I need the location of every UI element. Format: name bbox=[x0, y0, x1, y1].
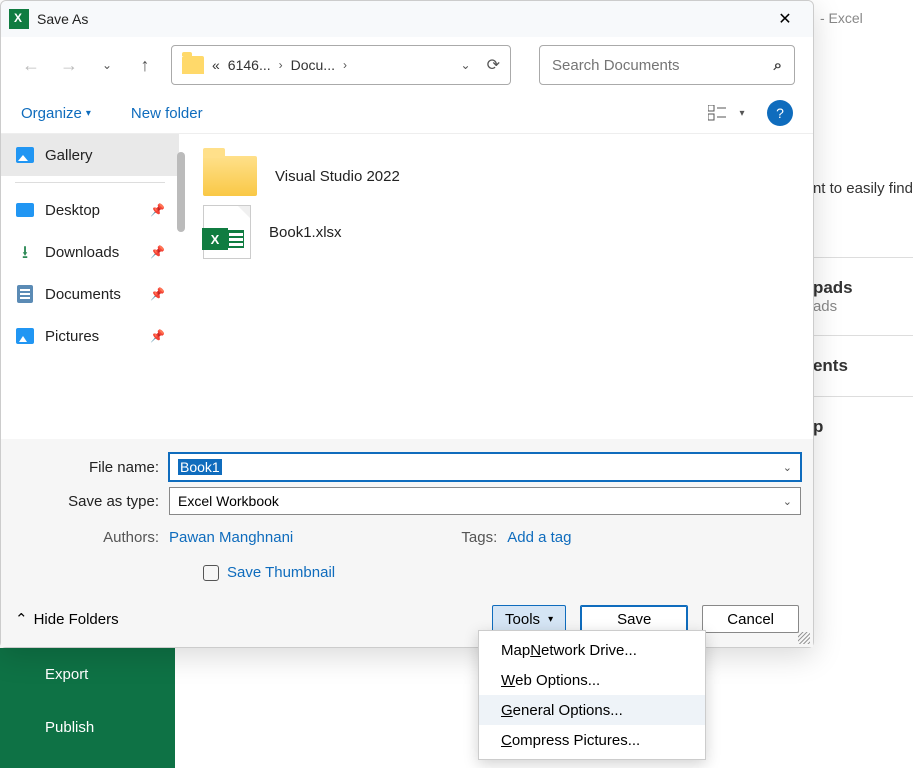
chevron-up-icon: ⌃ bbox=[15, 610, 28, 628]
hide-folders-button[interactable]: ⌃ Hide Folders bbox=[15, 610, 119, 628]
save-as-dialog: Save As ✕ ← → ⌄ ↑ « 6146... › Docu... › … bbox=[0, 0, 814, 648]
menu-item-compress-pictures[interactable]: Compress Pictures... bbox=[479, 725, 705, 755]
file-label: Book1.xlsx bbox=[269, 224, 342, 241]
document-icon bbox=[17, 285, 33, 303]
pin-icon[interactable]: 📌 bbox=[150, 287, 165, 301]
save-type-value: Excel Workbook bbox=[178, 493, 279, 509]
view-options-button[interactable] bbox=[699, 99, 735, 127]
chevron-down-icon: ▾ bbox=[86, 108, 91, 119]
crumb-2[interactable]: Docu... bbox=[291, 57, 335, 73]
hide-folders-label: Hide Folders bbox=[34, 611, 119, 628]
sidebar-label-pictures: Pictures bbox=[45, 328, 99, 345]
folder-icon bbox=[203, 156, 257, 196]
sidebar-item-pictures[interactable]: Pictures 📌 bbox=[1, 315, 179, 357]
save-type-label: Save as type: bbox=[13, 493, 169, 510]
background-app-title: - Excel bbox=[820, 10, 863, 26]
tools-label: Tools bbox=[505, 611, 540, 628]
gallery-icon bbox=[16, 147, 34, 163]
crumb-prefix: « bbox=[212, 57, 220, 73]
view-dropdown-icon[interactable]: ▾ bbox=[735, 99, 749, 127]
list-item-folder[interactable]: Visual Studio 2022 bbox=[189, 148, 803, 204]
back-button[interactable]: ← bbox=[19, 53, 43, 77]
bottom-panel: File name: Book1 ⌄ Save as type: Excel W… bbox=[1, 439, 813, 595]
organize-button[interactable]: Organize ▾ bbox=[21, 105, 91, 122]
new-folder-button[interactable]: New folder bbox=[131, 105, 203, 122]
download-icon: ⭳ bbox=[22, 243, 28, 261]
refresh-button[interactable]: ⟳ bbox=[487, 55, 500, 75]
close-button[interactable]: ✕ bbox=[765, 4, 805, 34]
search-icon[interactable]: ⌕ bbox=[774, 57, 782, 74]
background-hint: nt to easily find bbox=[803, 180, 913, 197]
crumb-1[interactable]: 6146... bbox=[228, 57, 271, 73]
chevron-down-icon[interactable]: ⌄ bbox=[783, 461, 792, 474]
pin-icon[interactable]: 📌 bbox=[150, 245, 165, 259]
save-thumbnail-checkbox[interactable] bbox=[203, 565, 219, 581]
nav-bar: ← → ⌄ ↑ « 6146... › Docu... › ⌄ ⟳ ⌕ bbox=[1, 37, 813, 93]
tags-label: Tags: bbox=[453, 529, 507, 546]
sidebar: Gallery Desktop 📌 ⭳ Downloads 📌 Document… bbox=[1, 134, 179, 439]
titlebar: Save As ✕ bbox=[1, 1, 813, 37]
file-label: Visual Studio 2022 bbox=[275, 168, 400, 185]
sidebar-separator bbox=[15, 182, 165, 183]
pictures-icon bbox=[16, 328, 34, 344]
folder-icon bbox=[182, 56, 204, 74]
authors-label: Authors: bbox=[13, 529, 169, 546]
xlsx-file-icon: X bbox=[203, 205, 251, 259]
save-button[interactable]: Save bbox=[580, 605, 688, 633]
save-type-field[interactable]: Excel Workbook ⌄ bbox=[169, 487, 801, 515]
sidebar-item-documents[interactable]: Documents 📌 bbox=[1, 273, 179, 315]
sidebar-label-gallery: Gallery bbox=[45, 147, 93, 164]
sidebar-item-gallery[interactable]: Gallery bbox=[1, 134, 179, 176]
sidebar-scrollbar[interactable] bbox=[177, 152, 185, 232]
search-input[interactable] bbox=[552, 57, 774, 74]
menu-item-general-options[interactable]: General Options... bbox=[479, 695, 705, 725]
tools-menu: Map Network Drive... Web Options... Gene… bbox=[478, 630, 706, 760]
sidebar-label-downloads: Downloads bbox=[45, 244, 119, 261]
file-name-value: Book1 bbox=[178, 459, 222, 475]
menu-item-map-network-drive[interactable]: Map Network Drive... bbox=[479, 635, 705, 665]
search-box[interactable]: ⌕ bbox=[539, 45, 795, 85]
crumb-sep-2: › bbox=[343, 58, 347, 72]
background-right-panel: nt to easily find pads ads ents p bbox=[803, 180, 913, 457]
sidebar-label-documents: Documents bbox=[45, 286, 121, 303]
help-button[interactable]: ? bbox=[767, 100, 793, 126]
sidebar-label-desktop: Desktop bbox=[45, 202, 100, 219]
sidebar-item-downloads[interactable]: ⭳ Downloads 📌 bbox=[1, 231, 179, 273]
toolbar: Organize ▾ New folder ▾ ? bbox=[1, 93, 813, 133]
organize-label: Organize bbox=[21, 105, 82, 122]
excel-app-icon bbox=[9, 9, 29, 29]
file-name-label: File name: bbox=[13, 459, 169, 476]
crumb-sep-1: › bbox=[279, 58, 283, 72]
tags-value[interactable]: Add a tag bbox=[507, 529, 571, 546]
desktop-icon bbox=[16, 203, 34, 217]
dialog-title: Save As bbox=[37, 11, 765, 27]
up-button[interactable]: ↑ bbox=[133, 53, 157, 77]
authors-value[interactable]: Pawan Manghnani bbox=[169, 529, 293, 546]
bg-item-3: p bbox=[813, 417, 913, 437]
file-name-field[interactable]: Book1 ⌄ bbox=[169, 453, 801, 481]
chevron-down-icon[interactable]: ⌄ bbox=[783, 495, 792, 508]
sidebar-item-desktop[interactable]: Desktop 📌 bbox=[1, 189, 179, 231]
save-thumbnail-label[interactable]: Save Thumbnail bbox=[227, 564, 335, 581]
bg-item-1b: ads bbox=[813, 298, 913, 315]
address-dropdown-icon[interactable]: ⌄ bbox=[461, 58, 471, 72]
list-item-file[interactable]: X Book1.xlsx bbox=[189, 204, 803, 260]
chevron-down-icon: ▾ bbox=[548, 614, 553, 625]
bg-item-2: ents bbox=[813, 356, 913, 376]
pin-icon[interactable]: 📌 bbox=[150, 203, 165, 217]
background-green-nav: Export Publish bbox=[0, 648, 175, 768]
resize-grip[interactable] bbox=[798, 632, 810, 644]
recent-dropdown[interactable]: ⌄ bbox=[95, 53, 119, 77]
menu-item-web-options[interactable]: Web Options... bbox=[479, 665, 705, 695]
tools-button[interactable]: Tools ▾ bbox=[492, 605, 566, 633]
address-bar[interactable]: « 6146... › Docu... › ⌄ ⟳ bbox=[171, 45, 511, 85]
bg-nav-publish[interactable]: Publish bbox=[0, 701, 175, 754]
forward-button[interactable]: → bbox=[57, 53, 81, 77]
bg-nav-export[interactable]: Export bbox=[0, 648, 175, 701]
bg-item-1: pads bbox=[813, 278, 913, 298]
file-list: Visual Studio 2022 X Book1.xlsx bbox=[179, 134, 813, 439]
cancel-button[interactable]: Cancel bbox=[702, 605, 799, 633]
pin-icon[interactable]: 📌 bbox=[150, 329, 165, 343]
